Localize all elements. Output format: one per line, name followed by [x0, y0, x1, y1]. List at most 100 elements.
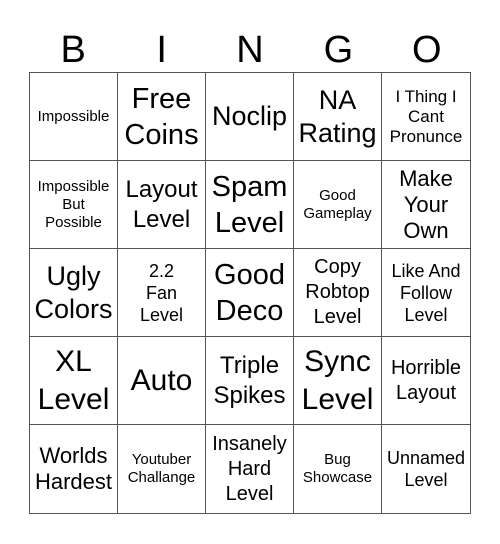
cell-text-line: Level [301, 382, 374, 416]
cell-text-line: I Thing I [395, 86, 457, 106]
bingo-cell[interactable]: Layout Level [118, 161, 206, 249]
cell-text: Worlds Hardest [35, 443, 112, 495]
cell-text-line: Pronunce [389, 126, 463, 146]
bingo-cell[interactable]: Bug Showcase [294, 425, 382, 513]
header-letter-g: G [323, 29, 354, 71]
cell-text-line: Level [404, 304, 448, 325]
cell-text-line: But [62, 195, 85, 213]
bingo-cell[interactable]: NA Rating [294, 73, 382, 161]
cell-text: Noclip [212, 100, 287, 133]
cell-text-line: Ugly [46, 260, 101, 291]
cell-text: Sync Level [302, 343, 374, 419]
cell-text: Triple Spikes [213, 351, 285, 411]
cell-text: Horrible Layout [391, 356, 461, 406]
bingo-cell[interactable]: Youtuber Challange [118, 425, 206, 513]
bingo-cell[interactable]: Ugly Colors [30, 249, 118, 337]
cell-text-line: Noclip [211, 101, 288, 131]
bingo-cell[interactable]: Sync Level [294, 337, 382, 425]
cell-text-line: Challange [127, 469, 196, 486]
bingo-cell[interactable]: Noclip [206, 73, 294, 161]
cell-text-line: Fan [145, 282, 178, 303]
cell-text-line: Make [399, 165, 453, 191]
bingo-cell[interactable]: Insanely Hard Level [206, 425, 294, 513]
cell-text: Impossible [38, 108, 110, 126]
cell-text: Auto [131, 362, 193, 400]
bingo-cell[interactable]: Triple Spikes [206, 337, 294, 425]
cell-text-line: Horrible [390, 356, 462, 379]
cell-text-line: Showcase [302, 469, 373, 486]
cell-text-line: Possible [45, 213, 102, 231]
bingo-cell[interactable]: Worlds Hardest [30, 425, 118, 513]
bingo-cell[interactable]: Horrible Layout [382, 337, 470, 425]
cell-text: Make Your Own [399, 166, 453, 244]
bingo-cell[interactable]: XL Level [30, 337, 118, 425]
cell-text-line: Spam [211, 170, 288, 203]
cell-text-line: Gameplay [303, 204, 372, 222]
cell-text: Unnamed Level [387, 447, 465, 491]
cell-text-line: Hardest [34, 469, 113, 494]
cell-text-line: Cant [408, 106, 444, 126]
cell-text-line: 2.2 [148, 260, 175, 281]
bingo-cell[interactable]: Good Gameplay [294, 161, 382, 249]
cell-text: Layout Level [125, 175, 197, 235]
bingo-cell[interactable]: I Thing I Cant Pronunce [382, 73, 470, 161]
cell-text-line: Bug [324, 451, 351, 468]
cell-text-line: Level [404, 470, 448, 490]
cell-text-line: Robtop [305, 281, 370, 303]
header-letter-o: O [412, 29, 442, 71]
cell-text: XL Level [38, 343, 110, 419]
cell-text: NA Rating [298, 84, 376, 150]
bingo-cell[interactable]: Free Coins [118, 73, 206, 161]
cell-text-line: Deco [215, 294, 284, 327]
cell-text-line: Youtuber [131, 451, 192, 468]
cell-text: Impossible But Possible [38, 178, 110, 232]
cell-text: Insanely Hard Level [212, 432, 287, 507]
cell-text-line: Level [225, 482, 274, 505]
cell-text: Ugly Colors [34, 260, 112, 326]
cell-text-line: Like And [391, 260, 461, 281]
cell-text: Youtuber Challange [128, 451, 196, 487]
cell-text: Bug Showcase [303, 451, 372, 487]
bingo-cell[interactable]: Impossible [30, 73, 118, 161]
cell-text-line: Good [214, 258, 285, 291]
cell-text-line: Layout [395, 381, 457, 404]
cell-text-line: Unnamed [386, 448, 466, 468]
cell-text-line: Rating [298, 117, 377, 148]
cell-text: Like And Follow Level [391, 260, 460, 326]
bingo-header: B I N G O [29, 28, 471, 72]
cell-text-line: Auto [130, 363, 193, 397]
cell-text: 2.2 Fan Level [140, 260, 183, 326]
cell-text-line: Your [403, 191, 449, 217]
bingo-cell[interactable]: 2.2 Fan Level [118, 249, 206, 337]
bingo-cell[interactable]: Spam Level [206, 161, 294, 249]
cell-text-line: Layout [125, 175, 198, 203]
cell-text-line: NA [318, 84, 357, 115]
cell-text-line: Worlds [39, 443, 108, 468]
cell-text: I Thing I Cant Pronunce [390, 87, 463, 147]
cell-text-line: Sync [304, 344, 371, 378]
bingo-cell[interactable]: Make Your Own [382, 161, 470, 249]
cell-text-line: Hard [227, 457, 272, 480]
cell-text-line: Impossible [37, 107, 110, 125]
cell-text: Good Deco [214, 257, 285, 329]
bingo-cell[interactable]: Unnamed Level [382, 425, 470, 513]
cell-text-line: Level [132, 205, 191, 233]
cell-text-line: Level [37, 382, 110, 416]
cell-text-line: Colors [34, 293, 113, 324]
cell-text: Good Gameplay [303, 187, 371, 223]
bingo-grid: Impossible Free Coins Noclip NA Rating I Thing… [29, 72, 471, 514]
cell-text-line: Level [139, 304, 184, 325]
cell-text: Copy Robtop Level [305, 255, 370, 330]
header-letter-b: B [60, 29, 86, 71]
cell-text-line: Level [214, 206, 285, 239]
bingo-cell[interactable]: Good Deco [206, 249, 294, 337]
bingo-cell[interactable]: Copy Robtop Level [294, 249, 382, 337]
cell-text: Spam Level [212, 169, 288, 241]
cell-text-line: Good [319, 186, 356, 204]
cell-text-line: Insanely [212, 432, 287, 455]
cell-text-line: Free [131, 82, 192, 115]
bingo-cell[interactable]: Impossible But Possible [30, 161, 118, 249]
cell-text-line: Level [313, 306, 362, 328]
bingo-cell[interactable]: Like And Follow Level [382, 249, 470, 337]
bingo-cell[interactable]: Auto [118, 337, 206, 425]
